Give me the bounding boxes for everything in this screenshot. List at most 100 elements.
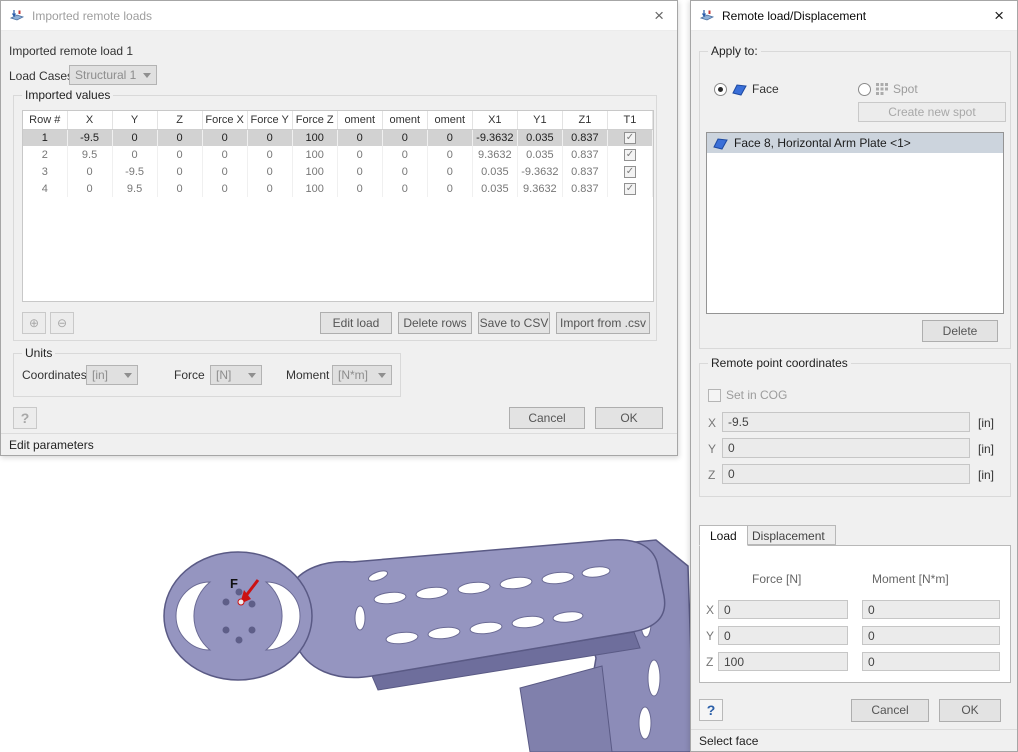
table-cell[interactable]: 0	[382, 129, 427, 146]
column-header[interactable]: Y	[112, 111, 157, 129]
table-cell[interactable]: 0.837	[562, 129, 607, 146]
table-cell[interactable]: 0	[67, 180, 112, 197]
table-cell[interactable]: 100	[292, 163, 337, 180]
table-cell[interactable]: 0.035	[472, 163, 517, 180]
table-cell[interactable]: 0	[382, 180, 427, 197]
column-header[interactable]: oment	[427, 111, 472, 129]
moment-z-input[interactable]	[862, 652, 1000, 671]
moment-x-input[interactable]	[862, 600, 1000, 619]
table-row[interactable]: 30-9.50001000000.035-9.36320.837✓	[23, 163, 653, 180]
load-cases-select[interactable]: Structural 1	[69, 65, 157, 85]
tab-load[interactable]: Load	[699, 525, 748, 546]
table-cell[interactable]: 9.5	[67, 146, 112, 163]
table-cell[interactable]: -9.3632	[472, 129, 517, 146]
table-cell[interactable]: 0.837	[562, 163, 607, 180]
table-cell[interactable]: 0	[337, 180, 382, 197]
column-header[interactable]: Y1	[517, 111, 562, 129]
column-header[interactable]: oment	[337, 111, 382, 129]
remote-z-input[interactable]	[722, 464, 970, 484]
table-cell[interactable]: 9.5	[112, 180, 157, 197]
save-to-csv-button[interactable]: Save to CSV	[478, 312, 550, 334]
table-cell[interactable]: 2	[23, 146, 67, 163]
column-header[interactable]: Z1	[562, 111, 607, 129]
force-z-input[interactable]	[718, 652, 848, 671]
table-cell[interactable]: 0.035	[472, 180, 517, 197]
cancel-button[interactable]: Cancel	[851, 699, 929, 722]
row-include-checkbox[interactable]: ✓	[607, 129, 652, 146]
import-from-csv-button[interactable]: Import from .csv	[556, 312, 650, 334]
table-cell[interactable]: 0	[247, 180, 292, 197]
table-cell[interactable]: 0	[427, 129, 472, 146]
column-header[interactable]: X1	[472, 111, 517, 129]
remote-x-input[interactable]	[722, 412, 970, 432]
set-in-cog-checkbox[interactable]: Set in COG	[708, 388, 787, 402]
delete-rows-button[interactable]: Delete rows	[398, 312, 472, 334]
delete-button[interactable]: Delete	[922, 320, 998, 342]
zoom-out-button[interactable]: ⊖	[50, 312, 74, 334]
create-new-spot-button[interactable]: Create new spot	[858, 102, 1006, 122]
table-cell[interactable]: -9.5	[112, 163, 157, 180]
window-titlebar[interactable]: Imported remote loads ×	[1, 1, 677, 31]
table-cell[interactable]: 0	[202, 180, 247, 197]
table-cell[interactable]: 0.837	[562, 180, 607, 197]
edit-load-button[interactable]: Edit load	[320, 312, 392, 334]
table-cell[interactable]: 0	[382, 146, 427, 163]
table-cell[interactable]: -9.5	[67, 129, 112, 146]
face-list-item[interactable]: Face 8, Horizontal Arm Plate <1>	[707, 133, 1003, 153]
close-icon[interactable]: ×	[989, 7, 1009, 24]
table-cell[interactable]: 0	[247, 129, 292, 146]
table-cell[interactable]: 0	[337, 146, 382, 163]
row-include-checkbox[interactable]: ✓	[607, 146, 652, 163]
column-header[interactable]: Row #	[23, 111, 67, 129]
cad-model[interactable]: F	[140, 518, 700, 752]
table-cell[interactable]: 9.3632	[472, 146, 517, 163]
table-cell[interactable]: 100	[292, 180, 337, 197]
column-header[interactable]: X	[67, 111, 112, 129]
column-header[interactable]: Force Y	[247, 111, 292, 129]
ok-button[interactable]: OK	[939, 699, 1001, 722]
table-cell[interactable]: 0	[112, 146, 157, 163]
table-cell[interactable]: 3	[23, 163, 67, 180]
help-button[interactable]: ?	[13, 407, 37, 429]
table-cell[interactable]: 0	[247, 163, 292, 180]
force-y-input[interactable]	[718, 626, 848, 645]
table-cell[interactable]: 0	[67, 163, 112, 180]
table-cell[interactable]: 0	[157, 146, 202, 163]
force-unit-select[interactable]: [N]	[210, 365, 262, 385]
row-include-checkbox[interactable]: ✓	[607, 163, 652, 180]
table-cell[interactable]: 0.035	[517, 129, 562, 146]
apply-to-list[interactable]: Face 8, Horizontal Arm Plate <1>	[706, 132, 1004, 314]
table-cell[interactable]: 0	[157, 163, 202, 180]
coordinates-unit-select[interactable]: [in]	[86, 365, 138, 385]
table-cell[interactable]: 0	[382, 163, 427, 180]
spot-radio[interactable]: Spot	[858, 82, 918, 96]
window-titlebar[interactable]: Remote load/Displacement ×	[691, 1, 1017, 31]
column-header[interactable]: Z	[157, 111, 202, 129]
table-cell[interactable]: 4	[23, 180, 67, 197]
table-cell[interactable]: 0	[157, 129, 202, 146]
table-cell[interactable]: 0	[202, 146, 247, 163]
column-header[interactable]: T1	[607, 111, 652, 129]
moment-y-input[interactable]	[862, 626, 1000, 645]
table-cell[interactable]: 0.035	[517, 146, 562, 163]
table-cell[interactable]: 100	[292, 146, 337, 163]
remote-y-input[interactable]	[722, 438, 970, 458]
table-cell[interactable]: 9.3632	[517, 180, 562, 197]
table-cell[interactable]: 0	[247, 146, 292, 163]
force-x-input[interactable]	[718, 600, 848, 619]
tab-displacement[interactable]: Displacement	[741, 525, 836, 545]
row-include-checkbox[interactable]: ✓	[607, 180, 652, 197]
face-radio[interactable]: Face	[714, 82, 779, 96]
column-header[interactable]: Force X	[202, 111, 247, 129]
table-row[interactable]: 1-9.50000100000-9.36320.0350.837✓	[23, 129, 653, 146]
moment-unit-select[interactable]: [N*m]	[332, 365, 392, 385]
table-row[interactable]: 29.500001000009.36320.0350.837✓	[23, 146, 653, 163]
table-cell[interactable]: 1	[23, 129, 67, 146]
imported-values-table[interactable]: Row #XYZForce XForce YForce Zomentomento…	[22, 110, 654, 302]
zoom-in-button[interactable]: ⊕	[22, 312, 46, 334]
table-cell[interactable]: 0	[202, 163, 247, 180]
table-cell[interactable]: 0	[427, 146, 472, 163]
table-cell[interactable]: 0	[427, 163, 472, 180]
table-cell[interactable]: -9.3632	[517, 163, 562, 180]
table-cell[interactable]: 0	[427, 180, 472, 197]
